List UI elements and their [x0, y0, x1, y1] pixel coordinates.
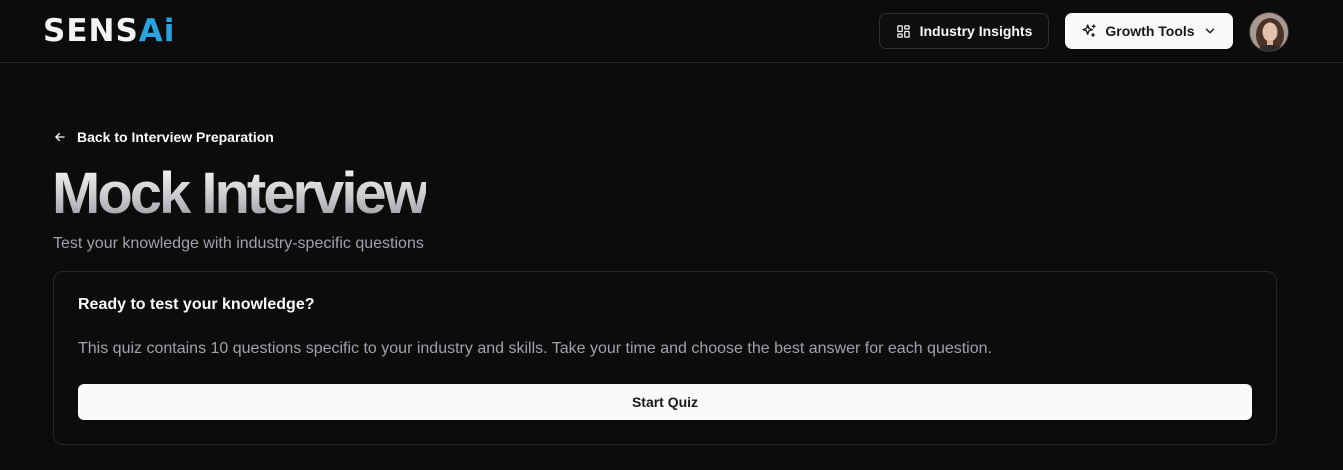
- back-link-label: Back to Interview Preparation: [77, 129, 274, 145]
- industry-insights-button[interactable]: Industry Insights: [879, 13, 1049, 49]
- user-avatar[interactable]: [1249, 12, 1289, 52]
- quiz-intro-card: Ready to test your knowledge? This quiz …: [53, 271, 1277, 445]
- arrow-left-icon: [53, 130, 67, 144]
- card-title: Ready to test your knowledge?: [78, 296, 315, 313]
- logo-text-primary: SENS: [43, 13, 139, 49]
- start-quiz-button[interactable]: Start Quiz: [78, 384, 1252, 420]
- top-navbar: SENS Ai Industry Insights Growth Tools: [0, 0, 1343, 63]
- page-title: Mock Interview: [52, 161, 429, 226]
- card-description: This quiz contains 10 questions specific…: [78, 340, 992, 357]
- sparkles-icon: [1081, 23, 1097, 39]
- page-subtitle: Test your knowledge with industry-specif…: [53, 235, 424, 252]
- back-to-interview-prep-link[interactable]: Back to Interview Preparation: [53, 127, 274, 147]
- logo-text-accent: Ai: [138, 13, 176, 49]
- layout-dashboard-icon: [896, 24, 911, 39]
- sensai-logo[interactable]: SENS Ai: [43, 12, 175, 50]
- industry-insights-label: Industry Insights: [919, 23, 1033, 39]
- growth-tools-label: Growth Tools: [1105, 23, 1195, 39]
- growth-tools-dropdown[interactable]: Growth Tools: [1065, 13, 1233, 49]
- chevron-down-icon: [1203, 24, 1217, 38]
